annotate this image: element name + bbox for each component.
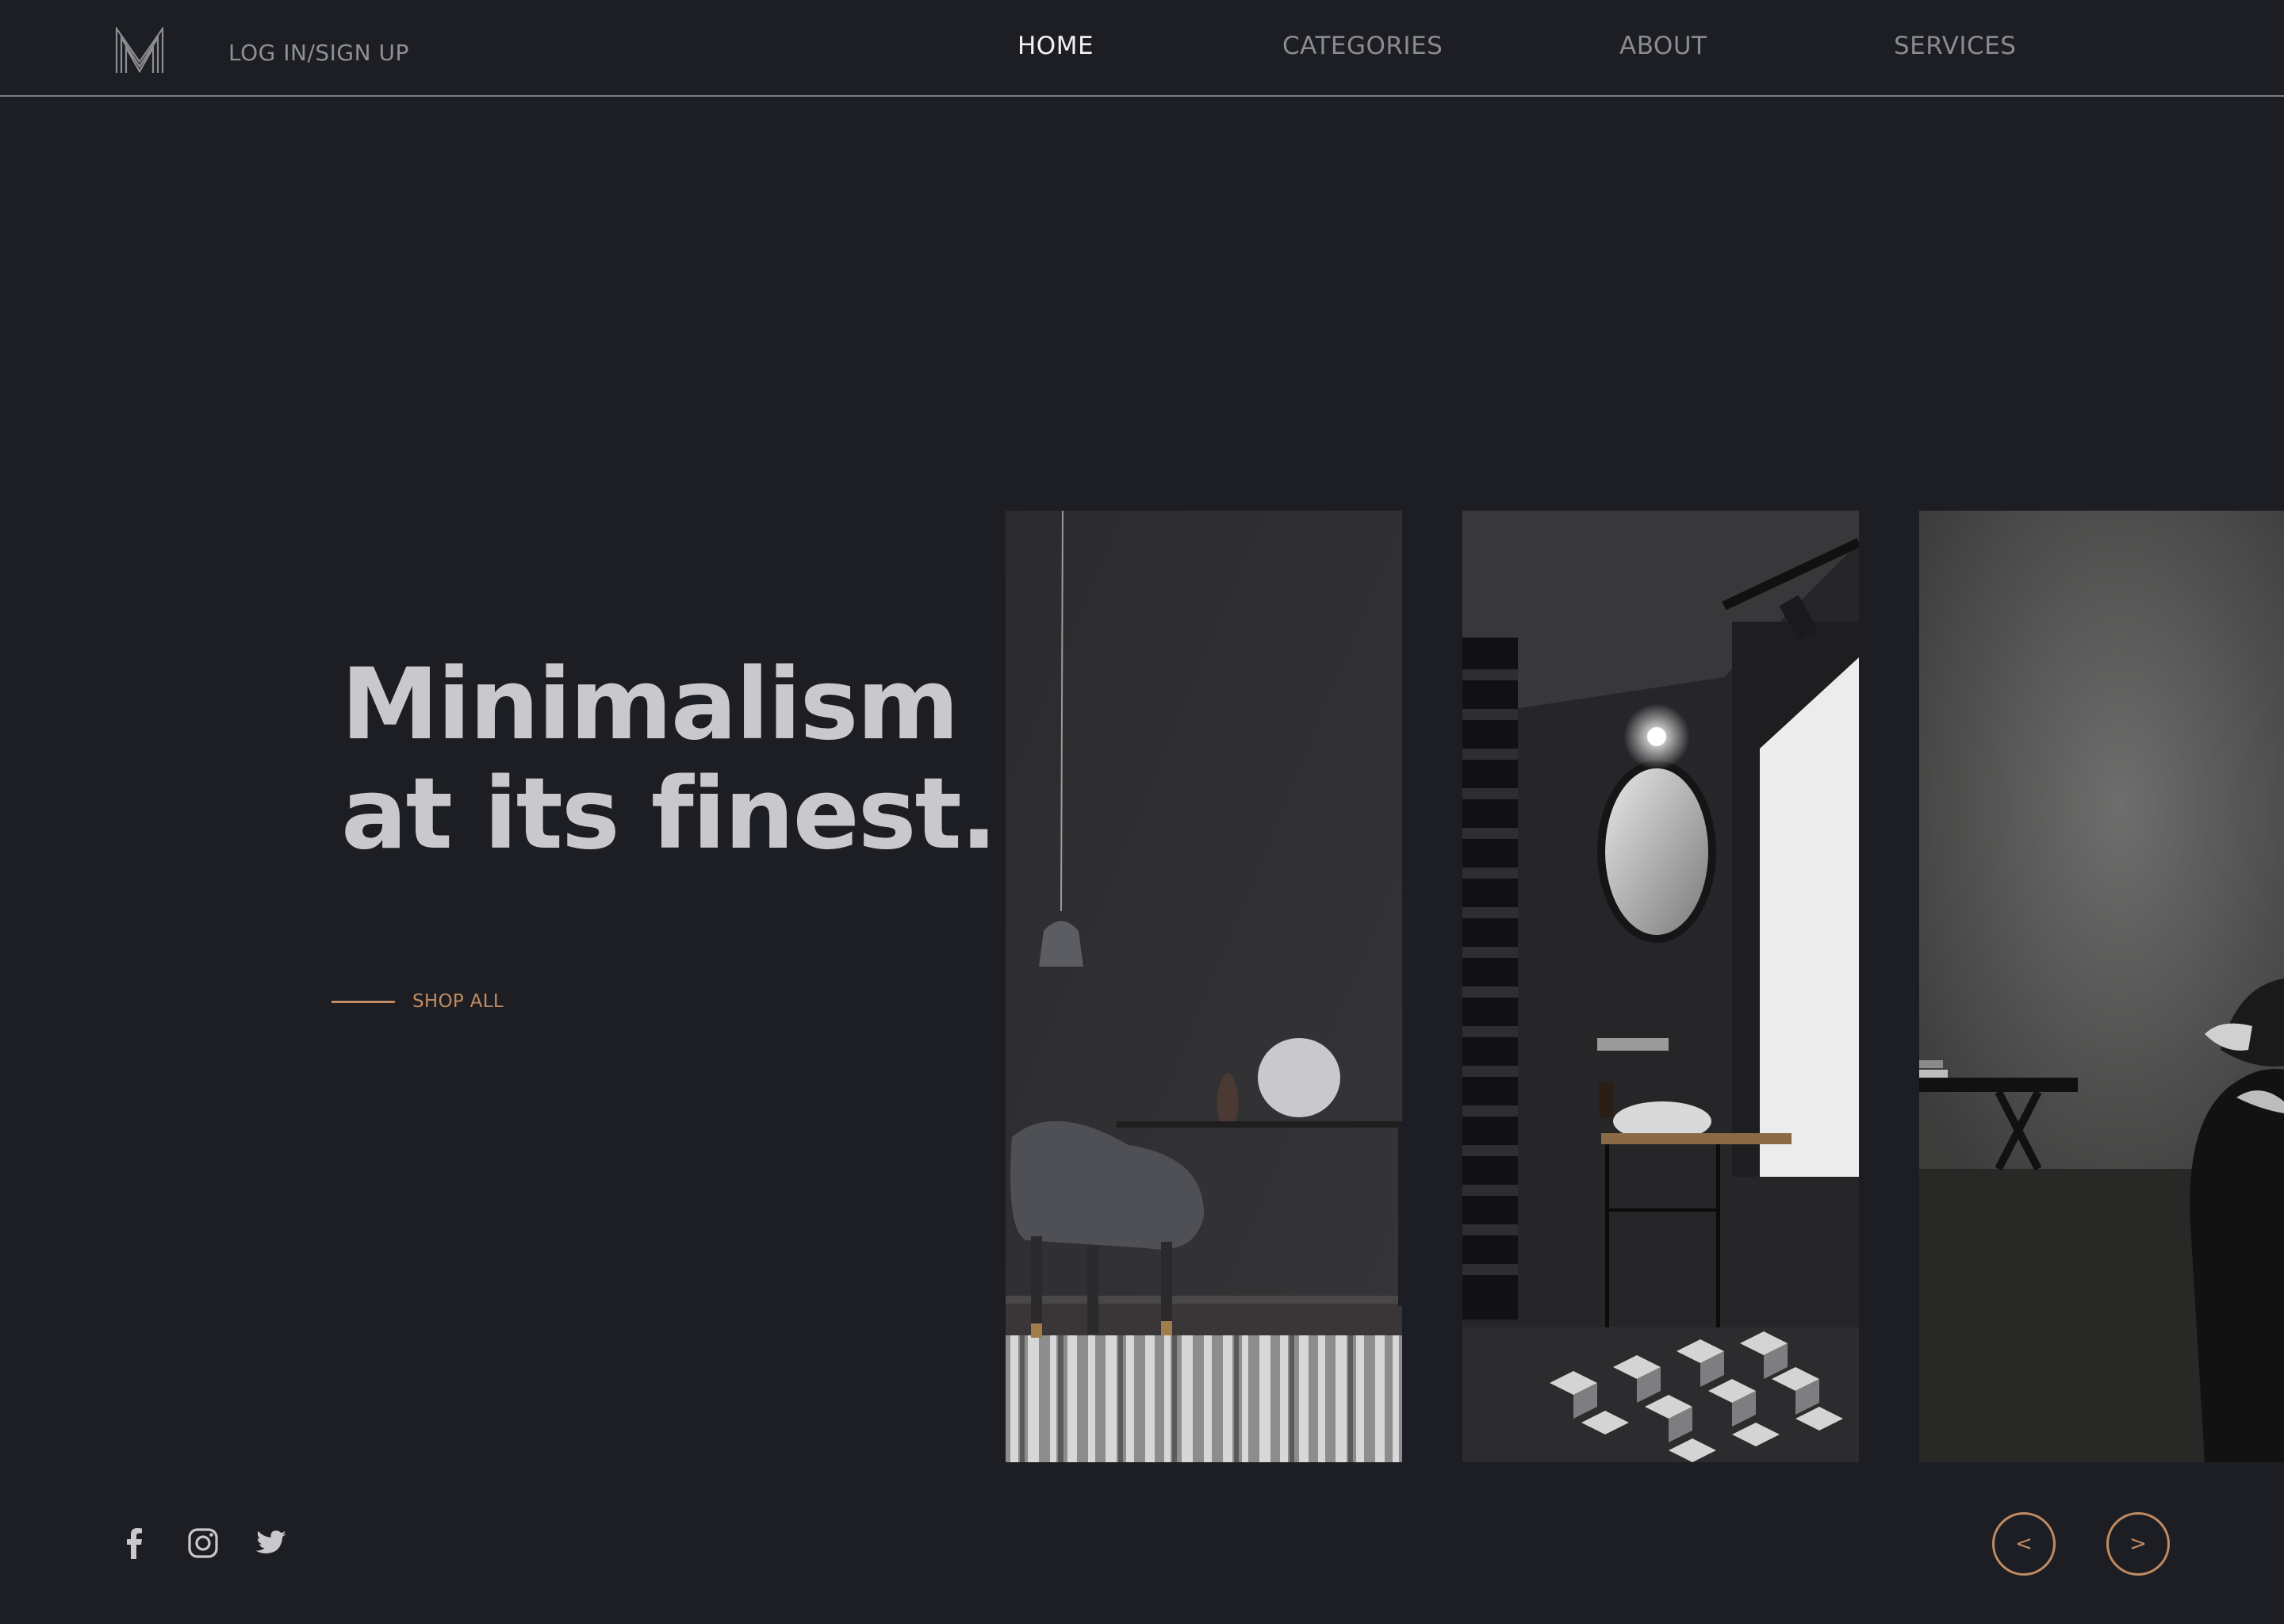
chevron-right-icon: >: [2129, 1532, 2147, 1556]
login-signup-link[interactable]: LOG IN/SIGN UP: [228, 40, 409, 66]
nav-about[interactable]: ABOUT: [1619, 32, 1707, 60]
hero-title: Minimalism at its finest.: [341, 648, 998, 871]
dark-bedroom-photo[interactable]: [1919, 511, 2284, 1462]
top-navigation-bar: LOG IN/SIGN UP HOME CATEGORIES ABOUT SER…: [0, 0, 2284, 97]
dark-dining-room-photo[interactable]: [1006, 511, 1402, 1462]
dark-bathroom-photo[interactable]: [1462, 511, 1859, 1462]
nav-services[interactable]: SERVICES: [1894, 32, 2016, 60]
hero-title-line-1: Minimalism: [341, 648, 960, 762]
nav-categories[interactable]: CATEGORIES: [1282, 32, 1443, 60]
shop-all-link[interactable]: SHOP ALL: [331, 990, 504, 1013]
nav-home[interactable]: HOME: [1017, 32, 1094, 60]
chevron-left-icon: <: [2015, 1532, 2033, 1556]
instagram-icon[interactable]: [186, 1526, 220, 1561]
hero-title-line-2: at its finest.: [341, 757, 998, 871]
shop-all-label: SHOP ALL: [412, 991, 504, 1012]
carousel-prev-button[interactable]: <: [1992, 1512, 2056, 1576]
carousel-next-button[interactable]: >: [2106, 1512, 2170, 1576]
shop-all-accent-line: [331, 1000, 395, 1003]
twitter-icon[interactable]: [254, 1526, 289, 1561]
m-monogram-logo-icon[interactable]: [114, 25, 165, 75]
facebook-icon[interactable]: [117, 1526, 152, 1561]
